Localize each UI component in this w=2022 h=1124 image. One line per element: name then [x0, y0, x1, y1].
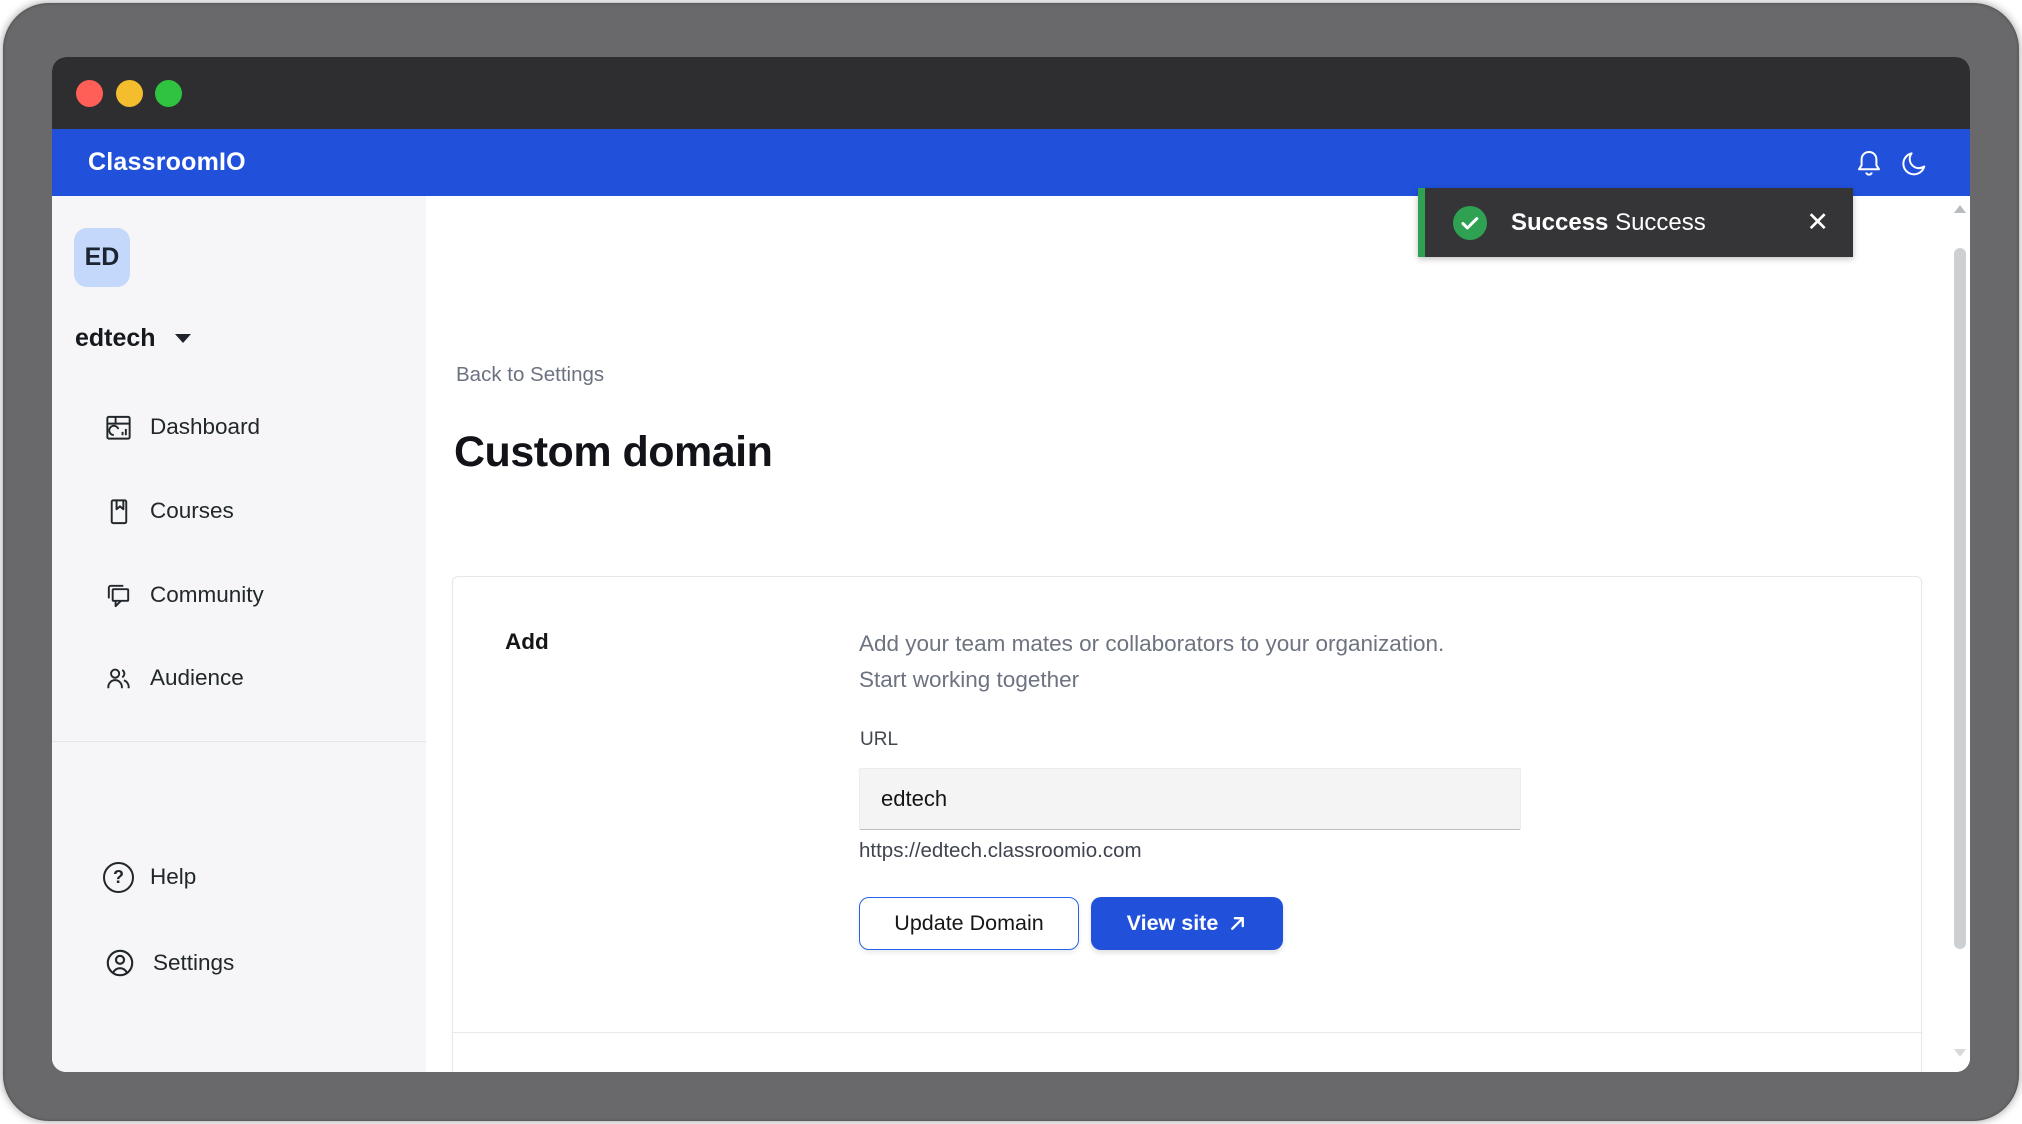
scrollbar-thumb[interactable] — [1954, 248, 1966, 949]
add-section-label: Add — [505, 629, 549, 654]
sidebar-item-help[interactable]: ? Help — [103, 856, 196, 898]
sidebar-item-label: Dashboard — [150, 414, 261, 439]
card-divider — [453, 1032, 1921, 1033]
sidebar-item-settings[interactable]: Settings — [103, 942, 234, 984]
notifications-button[interactable] — [1853, 147, 1885, 179]
sidebar-item-label: Settings — [153, 950, 235, 975]
toast-success: Success Success ✕ — [1418, 188, 1853, 257]
view-site-button[interactable]: View site — [1091, 897, 1283, 950]
custom-domain-card: Add Add your team mates or collaborators… — [452, 576, 1922, 1072]
org-selector[interactable]: edtech — [75, 318, 191, 358]
sidebar-item-audience[interactable]: Audience — [103, 657, 244, 699]
back-to-settings-link[interactable]: Back to Settings — [456, 363, 604, 387]
bell-icon — [1853, 147, 1885, 179]
page-title: Custom domain — [454, 428, 773, 476]
url-field-label: URL — [860, 729, 899, 750]
help-icon: ? — [103, 861, 134, 893]
sidebar-item-courses[interactable]: Courses — [103, 490, 234, 532]
org-name: edtech — [75, 323, 156, 352]
content-area: ED edtech Dashboard Courses Community Au… — [52, 196, 1970, 1072]
moon-icon — [1899, 147, 1931, 179]
scroll-up-arrow-icon[interactable] — [1954, 205, 1966, 213]
toast-detail: Success — [1615, 208, 1706, 236]
community-icon — [103, 580, 134, 611]
theme-toggle-button[interactable] — [1899, 147, 1931, 179]
update-domain-button[interactable]: Update Domain — [859, 897, 1079, 950]
org-avatar[interactable]: ED — [74, 228, 130, 287]
sidebar-item-label: Audience — [150, 665, 244, 690]
url-input[interactable] — [859, 768, 1521, 830]
window-titlebar — [52, 57, 1970, 129]
scroll-down-arrow-icon[interactable] — [1954, 1049, 1966, 1057]
description-line-2: Start working together — [859, 667, 1080, 692]
settings-icon — [103, 946, 137, 980]
sidebar-item-dashboard[interactable]: Dashboard — [103, 406, 260, 448]
app-window: ClassroomIO Success Success ✕ ED edtech … — [52, 57, 1970, 1072]
brand-logo[interactable]: ClassroomIO — [88, 129, 246, 196]
app-header: ClassroomIO — [52, 129, 1970, 196]
chevron-down-icon — [174, 333, 191, 343]
sidebar-item-label: Courses — [150, 498, 234, 523]
description-line-1: Add your team mates or collaborators to … — [859, 631, 1445, 656]
launch-icon — [1228, 914, 1247, 933]
sidebar-item-label: Community — [150, 582, 264, 607]
minimize-window-button[interactable] — [116, 80, 143, 107]
url-helper-text: https://edtech.classroomio.com — [859, 839, 1142, 862]
toast-message: Success Success — [1511, 209, 1706, 237]
sidebar-item-community[interactable]: Community — [103, 574, 264, 616]
sidebar: ED edtech Dashboard Courses Community Au… — [52, 196, 426, 1072]
vertical-scrollbar[interactable] — [1950, 196, 1970, 1072]
zoom-window-button[interactable] — [155, 80, 182, 107]
sidebar-item-label: Help — [150, 864, 197, 889]
close-window-button[interactable] — [76, 80, 103, 107]
add-section-description: Add your team mates or collaborators to … — [859, 626, 1444, 698]
view-site-label: View site — [1126, 911, 1219, 935]
dashboard-icon — [103, 412, 134, 443]
audience-icon — [103, 663, 134, 694]
sidebar-divider — [52, 741, 426, 742]
toast-title: Success — [1511, 208, 1609, 236]
check-circle-icon — [1453, 205, 1487, 240]
courses-icon — [103, 496, 134, 527]
toast-close-button[interactable]: ✕ — [1806, 188, 1829, 257]
